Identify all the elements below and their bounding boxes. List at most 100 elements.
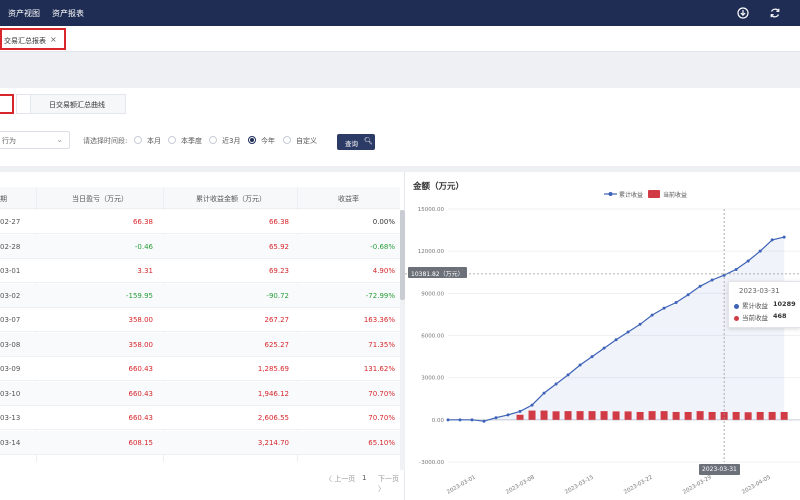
summary-table: 期 当日盈亏（万元） 累计收益金额（万元） 收益率 02-27 66.38 66.3… <box>0 172 405 500</box>
bar-current-profit <box>756 411 764 420</box>
table-row[interactable]: 02-27 66.38 66.38 0.00% <box>0 210 400 234</box>
table-header: 期 当日盈亏（万元） 累计收益金额（万元） 收益率 <box>0 187 400 209</box>
bar-current-profit <box>672 411 680 420</box>
chart-panel: 金额（万元） 累计收益 当前收益 15000.00 12000.00 9000.00… <box>405 172 800 500</box>
tooltip-name: 累计收益 <box>742 302 768 310</box>
cell-daily-pnl: 660.43 <box>128 365 154 373</box>
bar-current-profit <box>588 411 596 420</box>
cumulative-point <box>626 330 630 334</box>
x-tick-label: 2023-03-01 <box>446 475 477 496</box>
menu-asset-report[interactable]: 资产报表 <box>52 8 84 19</box>
bar-current-profit <box>528 410 536 420</box>
download-icon[interactable] <box>737 7 749 19</box>
cell-date: 03-08 <box>0 340 21 349</box>
table-row[interactable]: 02-28 -0.46 65.92 -0.68% <box>0 234 400 259</box>
cell-cumulative: 66.38 <box>268 218 289 226</box>
radio-label: 本月 <box>147 137 161 145</box>
prev-page[interactable]: 〈 上一页 <box>325 474 355 484</box>
cell-cumulative: 3,214.70 <box>257 438 289 447</box>
bar-current-profit <box>576 411 584 420</box>
header-daily-pnl: 当日盈亏（万元） <box>72 195 128 203</box>
cell-daily-pnl: 660.43 <box>128 389 154 398</box>
cumulative-point <box>566 373 570 377</box>
menu-asset-view[interactable]: 资产视图 <box>8 8 40 19</box>
tab-label: 交易汇总报表 <box>4 37 46 45</box>
cell-cumulative: 1,285.69 <box>257 365 289 373</box>
cell-daily-pnl: 358.00 <box>128 316 154 324</box>
radio-dot <box>168 136 176 144</box>
daily-curve-option[interactable]: 日交易额汇总曲线 <box>49 100 105 110</box>
cumulative-point <box>782 235 786 239</box>
bar-current-profit <box>732 411 740 420</box>
cell-date: 03-07 <box>0 316 21 324</box>
behavior-select[interactable]: 行为 ⌄ <box>0 131 70 149</box>
page-number[interactable]: 1 <box>362 474 366 482</box>
bar-current-profit <box>744 412 752 420</box>
radio-label: 自定义 <box>296 137 317 145</box>
cell-cumulative: 65.92 <box>268 242 289 251</box>
table-row[interactable]: 03-10 660.43 1,946.12 70.70% <box>0 381 400 406</box>
x-tick-label: 2023-03-15 <box>564 474 595 495</box>
cell-date: 03-09 <box>0 365 21 373</box>
bar-current-profit <box>612 411 620 420</box>
content-header-band <box>0 52 800 88</box>
cumulative-point <box>470 418 474 422</box>
cell-return-rate: -72.99% <box>365 291 395 300</box>
tooltip-name: 当前收益 <box>742 314 768 322</box>
tooltip-row-cumulative: 累计收益 <box>734 300 768 310</box>
query-button[interactable]: 查询 🔍︎ <box>337 134 375 150</box>
cell-return-rate: 163.36% <box>363 316 395 324</box>
cell-cumulative: 69.23 <box>268 267 289 275</box>
radio-dot <box>283 136 291 144</box>
cumulative-point <box>770 238 774 242</box>
bar-current-profit <box>636 411 644 420</box>
table-row[interactable]: 03-07 358.00 267.27 163.36% <box>0 308 400 332</box>
table-row[interactable]: 03-02 -159.95 -90.72 -72.99% <box>0 283 400 308</box>
y-tick-label: 6000.00 <box>421 334 444 340</box>
cumulative-point <box>518 409 522 413</box>
cumulative-point <box>482 419 486 423</box>
cell-cumulative: 625.27 <box>264 340 290 349</box>
search-icon: 🔍︎ <box>364 137 373 145</box>
bar-current-profit <box>780 411 788 420</box>
cumulative-area <box>448 237 785 422</box>
segment-option-selected[interactable] <box>0 94 14 114</box>
cumulative-point <box>674 300 678 304</box>
cell-return-rate: 71.35% <box>368 340 395 349</box>
tooltip-dot <box>734 303 739 309</box>
bar-current-profit <box>684 411 692 420</box>
tooltip-row-current: 当前收益 <box>734 312 768 322</box>
radio-dot <box>134 136 142 144</box>
x-tick-label: 2023-03-22 <box>623 475 654 496</box>
y-tick-label: 12000.00 <box>418 249 445 255</box>
next-page[interactable]: 下一页 〉 <box>378 474 404 494</box>
cell-daily-pnl: 660.43 <box>128 414 154 422</box>
table-row[interactable]: 03-01 3.31 69.23 4.90% <box>0 259 400 283</box>
table-row[interactable]: 03-14 608.15 3,214.70 65.10% <box>0 430 400 455</box>
cell-date: 03-14 <box>0 438 21 447</box>
table-row[interactable]: 03-09 660.43 1,285.69 131.62% <box>0 357 400 381</box>
tooltip-value: 10289 <box>773 300 796 308</box>
radio-label: 近3月 <box>222 137 241 145</box>
view-switch[interactable]: 日交易额汇总曲线 <box>16 94 126 114</box>
tab-trade-summary[interactable]: 交易汇总报表 × <box>0 28 66 50</box>
tooltip-dot <box>734 315 739 321</box>
cell-date: 02-27 <box>0 218 21 226</box>
table-row[interactable]: 03-08 358.00 625.27 71.35% <box>0 332 400 357</box>
cumulative-point <box>602 346 606 350</box>
tab-bar: 交易汇总报表 × <box>0 26 800 52</box>
chart-svg[interactable]: 15000.00 12000.00 9000.00 6000.00 3000.00 0.0… <box>405 172 800 500</box>
close-icon[interactable]: × <box>50 35 57 44</box>
cumulative-point <box>446 418 450 422</box>
cell-daily-pnl: 358.00 <box>128 340 154 349</box>
cell-daily-pnl: -0.46 <box>134 242 153 251</box>
cell-daily-pnl: 608.15 <box>128 438 154 447</box>
cumulative-point <box>506 413 510 417</box>
header-return-rate: 收益率 <box>338 195 359 203</box>
radio-label: 本季度 <box>181 137 202 145</box>
table-row[interactable]: 03-13 660.43 2,606.55 70.70% <box>0 406 400 430</box>
cell-return-rate: 70.70% <box>368 389 395 398</box>
refresh-icon[interactable] <box>769 7 781 19</box>
cell-date: 03-10 <box>0 389 21 398</box>
cumulative-point <box>746 259 750 263</box>
